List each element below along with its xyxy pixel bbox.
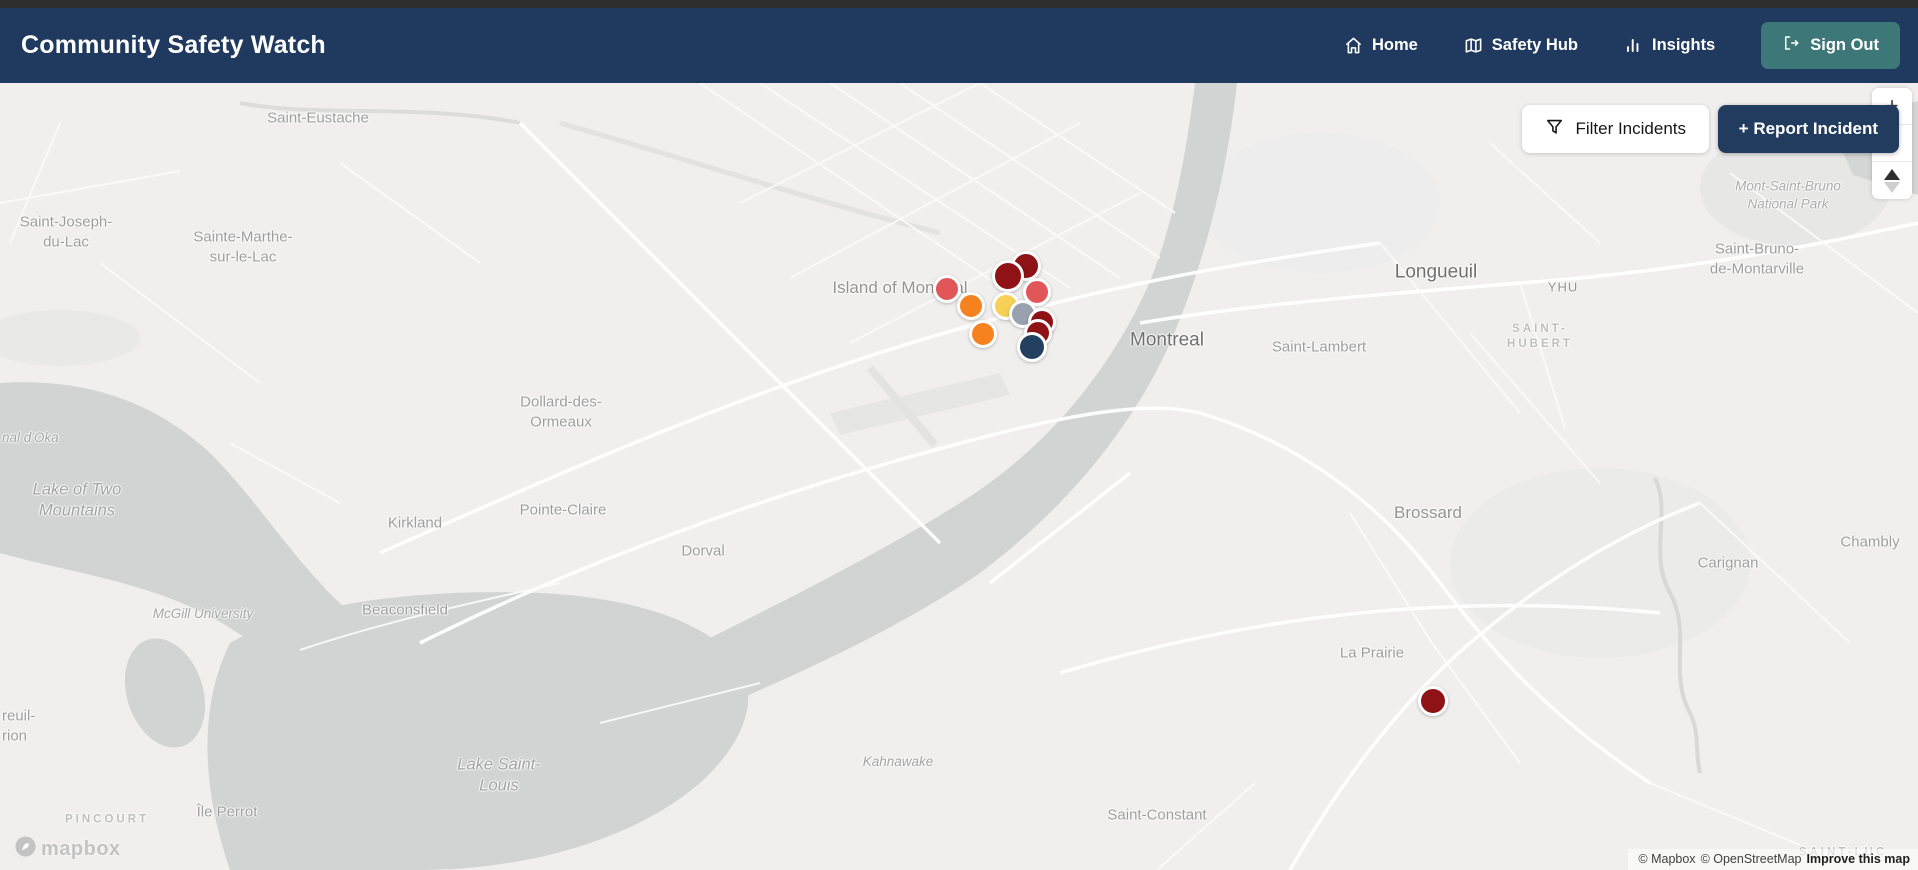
nav-label: Safety Hub [1491,36,1578,54]
sign-out-button[interactable]: Sign Out [1761,22,1900,69]
app-header: Community Safety Watch Home Safety Hub I… [0,8,1918,83]
compass-button[interactable] [1872,162,1912,199]
top-bar [0,0,1918,8]
nav-item-home[interactable]: Home [1344,36,1418,55]
app-title: Community Safety Watch [21,31,326,59]
incident-marker[interactable] [1418,686,1448,716]
report-incident-label: + Report Incident [1738,119,1878,138]
nav-label: Insights [1651,36,1716,54]
sign-out-icon [1782,34,1800,57]
incident-marker[interactable] [957,292,985,320]
mapbox-logo[interactable]: mapbox [14,835,121,863]
incident-marker[interactable] [933,275,961,303]
filter-incidents-label: Filter Incidents [1575,119,1686,138]
report-incident-button[interactable]: + Report Incident [1717,105,1899,153]
nav-item-safety-hub[interactable]: Safety Hub [1464,36,1578,55]
nav-label: Home [1371,36,1418,54]
attribution-improve-link[interactable]: Improve this map [1807,852,1911,866]
mapbox-logo-icon [14,835,37,863]
sign-out-label: Sign Out [1810,36,1879,54]
map-attribution: © Mapbox © OpenStreetMap Improve this ma… [1628,849,1918,870]
main-nav: Home Safety Hub Insights Sign Out [1344,22,1900,69]
home-icon [1344,36,1363,55]
attribution-osm-link[interactable]: © OpenStreetMap [1701,852,1802,866]
bar-chart-icon [1624,36,1643,55]
incident-marker[interactable] [992,260,1024,292]
map-area[interactable]: + − Filter Incidents + Report Incident m… [0,83,1918,870]
filter-incidents-button[interactable]: Filter Incidents [1522,105,1709,153]
attribution-mapbox-link[interactable]: © Mapbox [1638,852,1695,866]
incident-marker[interactable] [969,320,997,348]
map-icon [1464,36,1483,55]
map-canvas[interactable] [0,83,1918,870]
mapbox-logo-text: mapbox [41,837,121,860]
nav-item-insights[interactable]: Insights [1624,36,1715,55]
compass-icon [1884,168,1900,193]
incident-marker[interactable] [1017,332,1047,362]
funnel-icon [1545,117,1564,141]
